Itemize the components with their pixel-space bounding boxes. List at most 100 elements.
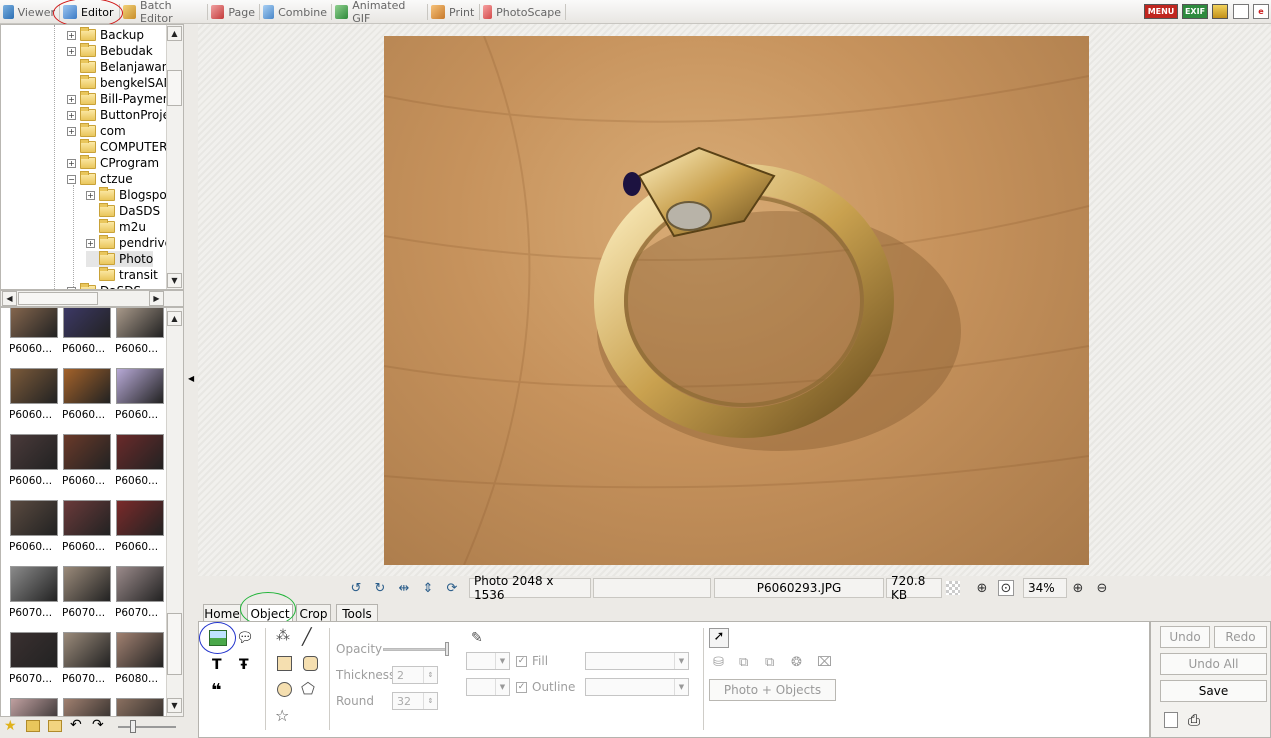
tab-tools[interactable]: Tools <box>336 604 378 622</box>
tree-item[interactable]: COMPUTER- <box>67 139 171 155</box>
object-copy-icon[interactable]: ⧉ <box>765 655 774 670</box>
tree-item[interactable]: Photo <box>86 251 154 267</box>
expand-icon[interactable]: + <box>67 30 76 40</box>
chevron-down-icon[interactable]: ▼ <box>674 679 688 695</box>
printer-icon[interactable]: ⎙ <box>1188 711 1200 729</box>
chevron-down-icon[interactable]: ▼ <box>495 653 509 669</box>
expand-icon[interactable]: + <box>86 190 95 200</box>
round-spin-icon[interactable]: ⇕ <box>423 693 437 709</box>
photo-objects-button[interactable]: Photo + Objects <box>709 679 836 701</box>
fill-style-select[interactable]: ▼ <box>466 652 510 670</box>
tree-item[interactable]: + Bebudak <box>67 43 153 59</box>
zoom-field[interactable]: 34% <box>1023 578 1067 598</box>
object-duplicate-icon[interactable]: ⧉ <box>739 655 748 670</box>
thumbnail-item[interactable]: P6060... <box>62 308 112 355</box>
object-bring-front-icon[interactable]: ⛁ <box>713 655 724 670</box>
forward-arrow-icon[interactable]: ↷ <box>92 717 104 733</box>
tree-item[interactable]: + Blogspot <box>86 187 171 203</box>
tab-page[interactable]: Page <box>208 2 260 22</box>
thumbnail-item[interactable]: P6060... <box>115 308 165 355</box>
tree-hscroll-thumb[interactable] <box>18 292 98 305</box>
back-arrow-icon[interactable]: ↶ <box>70 717 82 733</box>
exif-button[interactable]: EXIF <box>1182 4 1208 19</box>
star-icon[interactable]: ☆ <box>275 706 289 725</box>
tree-scroll-down-icon[interactable]: ▼ <box>167 273 182 288</box>
open-folder-icon[interactable] <box>48 720 62 732</box>
tab-batch-editor[interactable]: Batch Editor <box>120 0 208 25</box>
menu-button[interactable]: MENU <box>1144 4 1178 19</box>
line-tool-icon[interactable]: ╱ <box>302 627 312 646</box>
collapse-left-icon[interactable]: ◀ <box>188 374 194 383</box>
collapse-icon[interactable]: − <box>67 174 76 184</box>
film-icon[interactable] <box>1212 4 1228 19</box>
object-delete-icon[interactable]: ⌧ <box>817 655 832 670</box>
tree-item[interactable]: + CProgram <box>67 155 159 171</box>
thumbnail-item[interactable]: P6060... <box>9 434 59 487</box>
eyedropper-icon[interactable]: ✎ <box>471 630 483 646</box>
thumbnail-item[interactable]: P6060... <box>62 434 112 487</box>
object-group-icon[interactable]: ❂ <box>791 655 802 670</box>
tree-scroll-right-icon[interactable]: ▶ <box>149 291 164 306</box>
refresh-icon[interactable]: ⟳ <box>444 580 460 596</box>
outline-checkbox[interactable]: ✓ <box>516 682 527 693</box>
select-pointer-icon[interactable]: ➚ <box>709 628 729 648</box>
zoom-actual-icon[interactable]: ⊙ <box>998 580 1014 596</box>
thumbnail-item[interactable]: P6070... <box>115 566 165 619</box>
thumbnail-item[interactable]: P6070... <box>62 632 112 685</box>
tree-vertical-scrollbar[interactable]: ▲ ▼ <box>166 25 183 289</box>
folder-up-icon[interactable] <box>26 720 40 732</box>
thumb-size-slider-handle[interactable] <box>130 720 136 733</box>
tree-item[interactable]: Belanjawan <box>67 59 169 75</box>
expand-icon[interactable]: + <box>67 110 76 120</box>
thumbnail-item[interactable]: P6080... <box>115 632 165 685</box>
thumbnail-item[interactable]: P6060... <box>9 368 59 421</box>
thickness-stepper[interactable]: 2 ⇕ <box>392 666 438 684</box>
chevron-down-icon[interactable]: ▼ <box>674 653 688 669</box>
edited-photo[interactable] <box>384 36 1089 565</box>
expand-icon[interactable]: + <box>67 46 76 56</box>
flip-vertical-icon[interactable]: ⇕ <box>420 580 436 596</box>
tab-home[interactable]: Home <box>203 604 241 622</box>
rounded-rectangle-icon[interactable] <box>303 656 318 671</box>
tree-horizontal-scrollbar[interactable]: ◀ ▶ <box>0 290 184 307</box>
thumbs-scroll-down-icon[interactable]: ▼ <box>167 698 182 713</box>
help-icon[interactable]: e <box>1253 4 1269 19</box>
zoom-out-icon[interactable]: ⊖ <box>1094 580 1110 596</box>
zoom-fit-icon[interactable]: ⊕ <box>974 580 990 596</box>
outline-color-select[interactable]: ▼ <box>585 678 689 696</box>
pentagon-icon[interactable]: ⬠ <box>301 679 315 698</box>
thumbnail-item[interactable] <box>62 698 112 716</box>
thumbnail-item[interactable] <box>9 698 59 716</box>
rotate-right-icon[interactable]: ↻ <box>372 580 388 596</box>
tree-item[interactable]: bengkelSAN <box>67 75 173 91</box>
tab-combine[interactable]: Combine <box>260 2 332 22</box>
tree-item[interactable]: + com <box>67 123 126 139</box>
outline-style-select[interactable]: ▼ <box>466 678 510 696</box>
copy-windows-icon[interactable] <box>1233 4 1249 19</box>
expand-icon[interactable]: + <box>86 238 95 248</box>
undo-all-button[interactable]: Undo All <box>1160 653 1267 675</box>
favorite-star-icon[interactable]: ★ <box>4 718 17 734</box>
thumbnail-item[interactable] <box>115 698 165 716</box>
zoom-in-icon[interactable]: ⊕ <box>1070 580 1086 596</box>
quote-symbol-icon[interactable]: ❝ <box>211 680 222 701</box>
tree-item[interactable]: + Bill-Payment <box>67 91 175 107</box>
tree-scroll-left-icon[interactable]: ◀ <box>2 291 17 306</box>
thickness-spin-icon[interactable]: ⇕ <box>423 667 437 683</box>
thumbnail-item[interactable]: P6060... <box>115 500 165 553</box>
rotate-left-icon[interactable]: ↺ <box>348 580 364 596</box>
thumbs-scroll-thumb[interactable] <box>167 613 182 675</box>
tree-item[interactable]: + ButtonProje <box>67 107 170 123</box>
tree-item[interactable]: − ctzue <box>67 171 133 187</box>
panel-splitter[interactable]: ◀ <box>184 24 198 738</box>
chevron-down-icon[interactable]: ▼ <box>495 679 509 695</box>
thumbs-vertical-scrollbar[interactable]: ▲ ▼ <box>166 308 183 716</box>
tab-crop[interactable]: Crop <box>296 604 331 622</box>
flip-horizontal-icon[interactable]: ⇹ <box>396 580 412 596</box>
text-icon[interactable]: T <box>212 657 222 673</box>
new-document-icon[interactable] <box>1164 712 1178 728</box>
thumbnail-item[interactable]: P6060... <box>62 500 112 553</box>
thumbnail-item[interactable]: P6060... <box>115 434 165 487</box>
thumbs-scroll-up-icon[interactable]: ▲ <box>167 311 182 326</box>
thumbnail-item[interactable]: P6060... <box>115 368 165 421</box>
